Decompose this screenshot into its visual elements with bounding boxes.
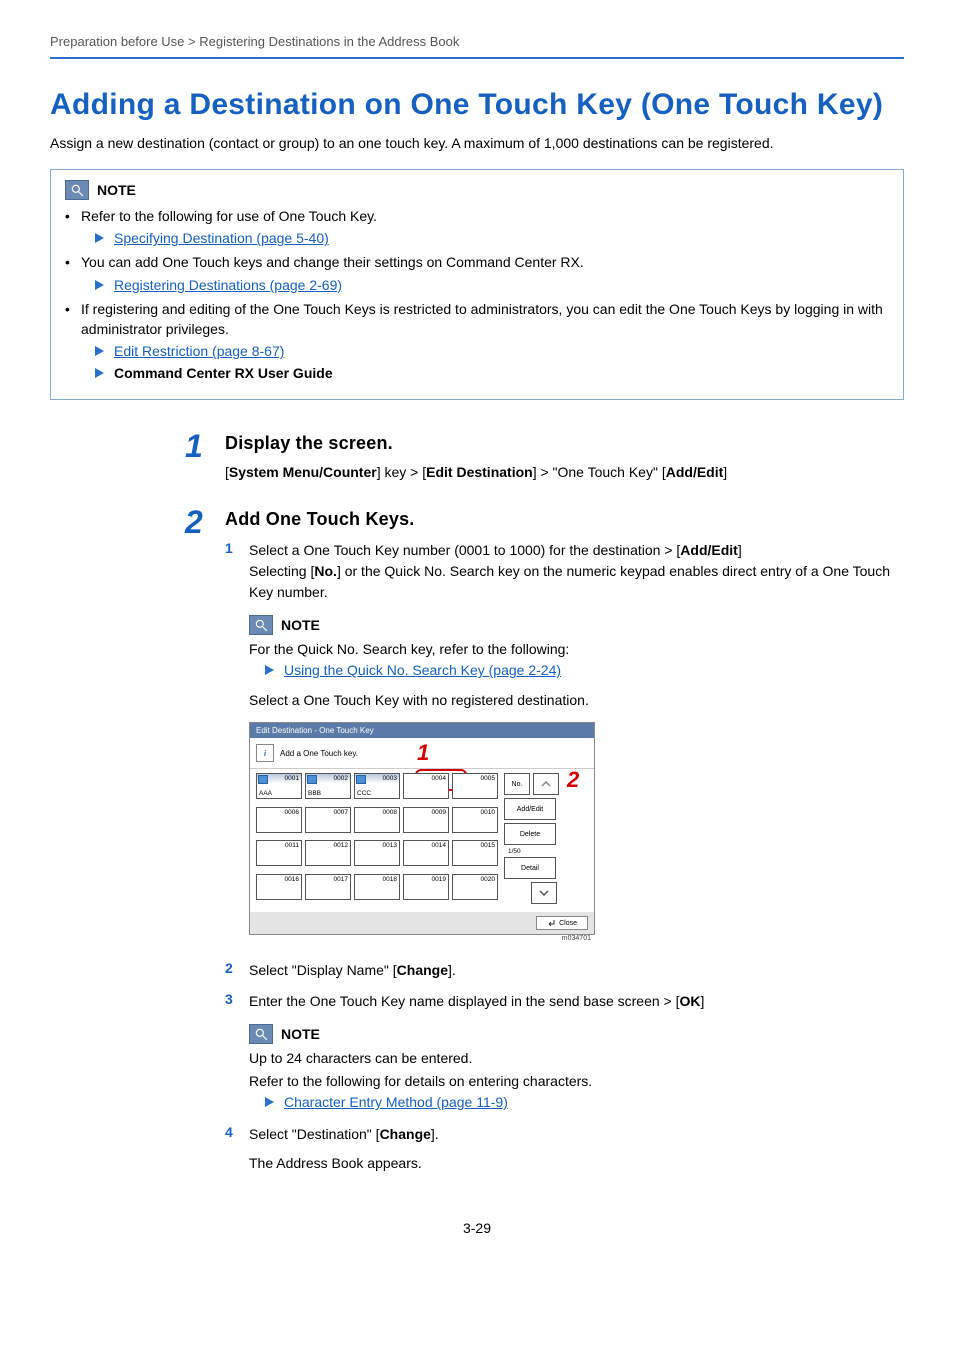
contact-icon (307, 775, 317, 784)
select-instruction: Select a One Touch Key with no registere… (249, 692, 904, 708)
ss-cell-0020[interactable]: 0020 (452, 874, 498, 900)
contact-icon (356, 775, 366, 784)
step-path: [System Menu/Counter] key > [Edit Destin… (225, 464, 904, 480)
ss-grid: 0001AAA 0002BBB 0003CCC 0004 0005 0006 0… (256, 773, 498, 904)
enter-icon (547, 919, 555, 927)
note-bullet: If registering and editing of the One To… (65, 299, 889, 340)
arrow-icon (265, 1097, 274, 1107)
substep-number: 2 (225, 960, 237, 981)
step-number: 1 (185, 430, 207, 480)
note-label: NOTE (281, 617, 320, 633)
ss-cell-0017[interactable]: 0017 (305, 874, 351, 900)
note-line: Refer to the following for details on en… (249, 1071, 904, 1092)
ss-cell-0007[interactable]: 0007 (305, 807, 351, 833)
ss-cell-0004[interactable]: 0004 (403, 773, 449, 799)
ss-cell-0019[interactable]: 0019 (403, 874, 449, 900)
ss-titlebar: Edit Destination - One Touch Key (250, 723, 594, 738)
link-quick-no-search[interactable]: Using the Quick No. Search Key (page 2-2… (284, 662, 561, 678)
ref-command-center-guide: Command Center RX User Guide (114, 365, 333, 381)
substep-number: 3 (225, 991, 237, 1012)
ss-btn-addedit[interactable]: Add/Edit (504, 798, 556, 820)
ss-btn-up[interactable] (533, 773, 559, 795)
ss-cell-0012[interactable]: 0012 (305, 840, 351, 866)
page-title: Adding a Destination on One Touch Key (O… (50, 87, 904, 123)
ss-btn-down[interactable] (531, 882, 557, 904)
step-title: Display the screen. (225, 433, 904, 454)
ss-btn-no[interactable]: No. (504, 773, 530, 795)
ss-cell-0015[interactable]: 0015 (452, 840, 498, 866)
link-registering-destinations[interactable]: Registering Destinations (page 2-69) (114, 277, 342, 293)
ss-btn-detail[interactable]: Detail (504, 857, 556, 879)
note-box-main: NOTE Refer to the following for use of O… (50, 169, 904, 400)
ss-cell-0006[interactable]: 0006 (256, 807, 302, 833)
note-label: NOTE (281, 1026, 320, 1042)
note-icon (249, 1024, 273, 1044)
contact-icon (258, 775, 268, 784)
callout-1: 1 (417, 740, 429, 766)
callout-2: 2 (567, 767, 579, 793)
ss-btn-delete[interactable]: Delete (504, 823, 556, 845)
note-text: For the Quick No. Search key, refer to t… (249, 639, 904, 660)
ss-cell-0018[interactable]: 0018 (354, 874, 400, 900)
ss-cell-0008[interactable]: 0008 (354, 807, 400, 833)
ss-cell-0002[interactable]: 0002BBB (305, 773, 351, 799)
note-icon (249, 615, 273, 635)
link-specifying-destination[interactable]: Specifying Destination (page 5-40) (114, 230, 329, 246)
substep-number: 1 (225, 540, 237, 603)
step-title: Add One Touch Keys. (225, 509, 904, 530)
note-bullet: You can add One Touch keys and change th… (65, 252, 889, 272)
link-character-entry[interactable]: Character Entry Method (page 11-9) (284, 1094, 508, 1110)
ss-cell-0016[interactable]: 0016 (256, 874, 302, 900)
note-icon (65, 180, 89, 200)
ss-cell-0005[interactable]: 0005 (452, 773, 498, 799)
ss-pager: 1/50 (504, 848, 559, 854)
arrow-icon (95, 280, 104, 290)
intro-text: Assign a new destination (contact or gro… (50, 135, 904, 151)
ss-cell-0013[interactable]: 0013 (354, 840, 400, 866)
ss-info-text: Add a One Touch key. (280, 749, 358, 758)
substep-text: Select a One Touch Key number (0001 to 1… (249, 540, 904, 603)
link-edit-restriction[interactable]: Edit Restriction (page 8-67) (114, 343, 284, 359)
substep-text: Select "Destination" [Change]. The Addre… (249, 1124, 904, 1174)
ss-cell-0003[interactable]: 0003CCC (354, 773, 400, 799)
ss-cell-0011[interactable]: 0011 (256, 840, 302, 866)
arrow-icon (95, 346, 104, 356)
step-1: 1 Display the screen. [System Menu/Count… (50, 430, 904, 480)
arrow-icon (95, 368, 104, 378)
note-bullet: Refer to the following for use of One To… (65, 206, 889, 226)
note-line: Up to 24 characters can be entered. (249, 1048, 904, 1069)
ss-cell-0010[interactable]: 0010 (452, 807, 498, 833)
info-icon: i (256, 744, 274, 762)
page-number: 3-29 (50, 1220, 904, 1236)
substep-text: Select "Display Name" [Change]. (249, 960, 904, 981)
step-2: 2 Add One Touch Keys. 1 Select a One Tou… (50, 506, 904, 1184)
ss-caption: m034701 (249, 935, 595, 942)
screenshot-one-touch-key: 1 2 Edit Destination - One Touch Key i A… (249, 722, 595, 942)
breadcrumb: Preparation before Use > Registering Des… (50, 34, 904, 59)
substep-number: 4 (225, 1124, 237, 1174)
step-number: 2 (185, 506, 207, 1184)
ss-cell-0001[interactable]: 0001AAA (256, 773, 302, 799)
note-label: NOTE (97, 182, 136, 198)
ss-cell-0014[interactable]: 0014 (403, 840, 449, 866)
arrow-icon (95, 233, 104, 243)
note-char-limit: NOTE Up to 24 characters can be entered.… (249, 1024, 904, 1110)
ss-cell-0009[interactable]: 0009 (403, 807, 449, 833)
substep-text: Enter the One Touch Key name displayed i… (249, 991, 904, 1012)
ss-btn-close[interactable]: Close (536, 916, 588, 930)
note-quick-search: NOTE For the Quick No. Search key, refer… (249, 615, 904, 678)
arrow-icon (265, 665, 274, 675)
